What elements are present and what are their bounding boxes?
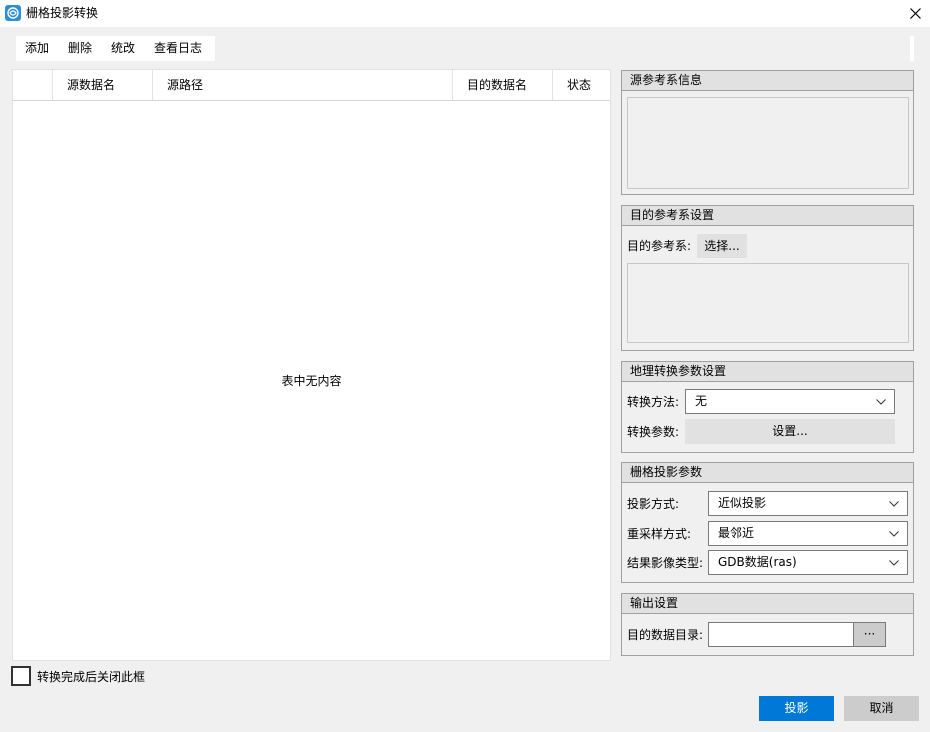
delete-button[interactable]: 删除: [59, 36, 102, 61]
result-type-select[interactable]: GDB数据(ras): [708, 550, 908, 575]
add-button[interactable]: 添加: [16, 36, 59, 61]
select-ref-button[interactable]: 选择...: [697, 234, 747, 258]
target-ref-info-box: [627, 263, 909, 343]
column-source-path[interactable]: 源路径: [152, 70, 452, 100]
chevron-down-icon: [876, 390, 886, 413]
toolbar: 添加 删除 统改 查看日志: [16, 36, 215, 61]
table-empty-message: 表中无内容: [281, 374, 342, 388]
group-title: 源参考系信息: [622, 71, 913, 91]
group-title: 栅格投影参数: [622, 463, 913, 483]
output-group: 输出设置 目的数据目录: ···: [621, 593, 914, 656]
group-title: 地理转换参数设置: [622, 362, 913, 382]
window-title: 栅格投影转换: [26, 6, 99, 20]
close-after-checkbox[interactable]: [11, 666, 31, 686]
row-header-column[interactable]: [13, 70, 52, 100]
chevron-down-icon: [889, 551, 899, 574]
group-title: 目的参考系设置: [622, 206, 913, 226]
result-type-label: 结果影像类型:: [627, 556, 704, 570]
close-button[interactable]: [900, 0, 930, 27]
column-status[interactable]: 状态: [552, 70, 610, 100]
source-ref-group: 源参考系信息: [621, 70, 914, 195]
batch-edit-button[interactable]: 统改: [102, 36, 145, 61]
resample-select[interactable]: 最邻近: [708, 521, 908, 546]
close-after-label: 转换完成后关闭此框: [37, 670, 146, 684]
projection-select[interactable]: 近似投影: [708, 491, 908, 516]
chevron-down-icon: [889, 492, 899, 515]
close-icon: [909, 8, 921, 19]
data-table[interactable]: 源数据名 源路径 目的数据名 状态 表中无内容: [12, 69, 611, 661]
toolbar-end: [910, 36, 914, 61]
cancel-button[interactable]: 取消: [844, 696, 919, 721]
resample-label: 重采样方式:: [627, 527, 692, 541]
params-settings-button[interactable]: 设置...: [685, 419, 895, 444]
target-ref-group: 目的参考系设置 目的参考系: 选择...: [621, 205, 914, 351]
table-header: 源数据名 源路径 目的数据名 状态: [13, 70, 610, 101]
source-ref-info-box: [627, 97, 909, 189]
method-label: 转换方法:: [627, 395, 680, 409]
output-dir-input[interactable]: [708, 622, 854, 647]
view-log-button[interactable]: 查看日志: [145, 36, 212, 61]
method-select[interactable]: 无: [685, 389, 895, 414]
column-target-name[interactable]: 目的数据名: [452, 70, 552, 100]
projection-label: 投影方式:: [627, 497, 680, 511]
chevron-down-icon: [889, 522, 899, 545]
params-label: 转换参数:: [627, 425, 680, 439]
raster-proj-group: 栅格投影参数 投影方式: 近似投影 重采样方式: 最邻近 结果影像类型: GDB…: [621, 462, 914, 583]
title-bar: 栅格投影转换: [0, 0, 930, 27]
group-title: 输出设置: [622, 594, 913, 614]
column-source-name[interactable]: 源数据名: [52, 70, 152, 100]
browse-button[interactable]: ···: [853, 622, 886, 647]
app-logo-icon: [5, 5, 21, 21]
geo-transform-group: 地理转换参数设置 转换方法: 无 转换参数: 设置...: [621, 361, 914, 453]
target-ref-label: 目的参考系:: [627, 239, 692, 253]
output-dir-label: 目的数据目录:: [627, 628, 704, 642]
project-button[interactable]: 投影: [759, 696, 834, 721]
